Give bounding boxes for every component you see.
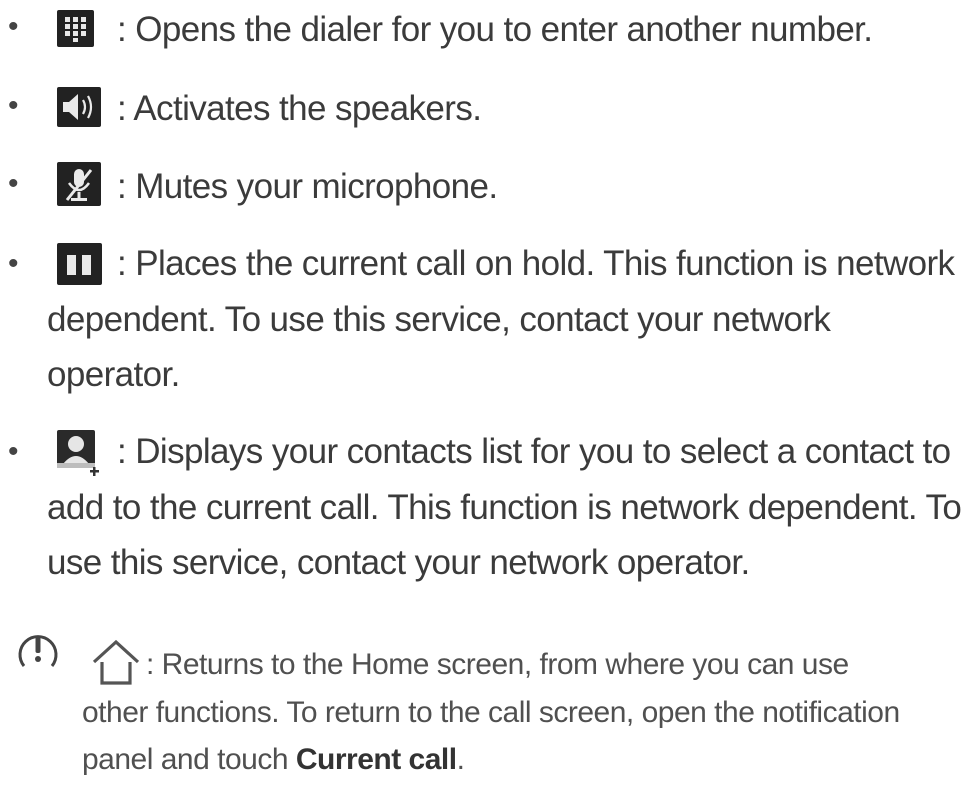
note-text: other functions. To return to the call s… [82,696,900,729]
note-text-prefix: panel and touch [82,743,296,776]
add-contact-icon [57,430,103,476]
item-text: : Activates the speakers. [117,89,482,128]
bullet: • [8,435,19,468]
item-text: : Places the current call on hold. This … [117,244,955,283]
item-text: use this service, contact your network o… [47,543,750,582]
bullet: • [8,247,19,280]
item-text: : Opens the dialer for you to enter anot… [117,10,873,49]
current-call-label: Current call [295,743,457,776]
microphone-mute-icon [57,162,101,206]
dialpad-icon [57,10,94,47]
item-text: : Displays your contacts list for you to… [117,432,951,471]
bullet: • [8,167,19,200]
note-text: : Returns to the Home screen, from where… [146,648,849,681]
bullet: • [8,89,19,122]
info-icon [14,626,62,674]
item-text: operator. [47,355,180,394]
item-text: add to the current call. This function i… [47,488,962,527]
item-text: : Mutes your microphone. [117,167,498,206]
bullet: • [8,10,19,43]
note-text-suffix: . [456,743,465,776]
note-text: panel and touch Current call. [82,741,465,778]
home-icon [88,638,144,686]
speaker-icon [57,87,101,127]
pause-icon [57,243,102,285]
item-text: dependent. To use this service, contact … [47,300,831,339]
